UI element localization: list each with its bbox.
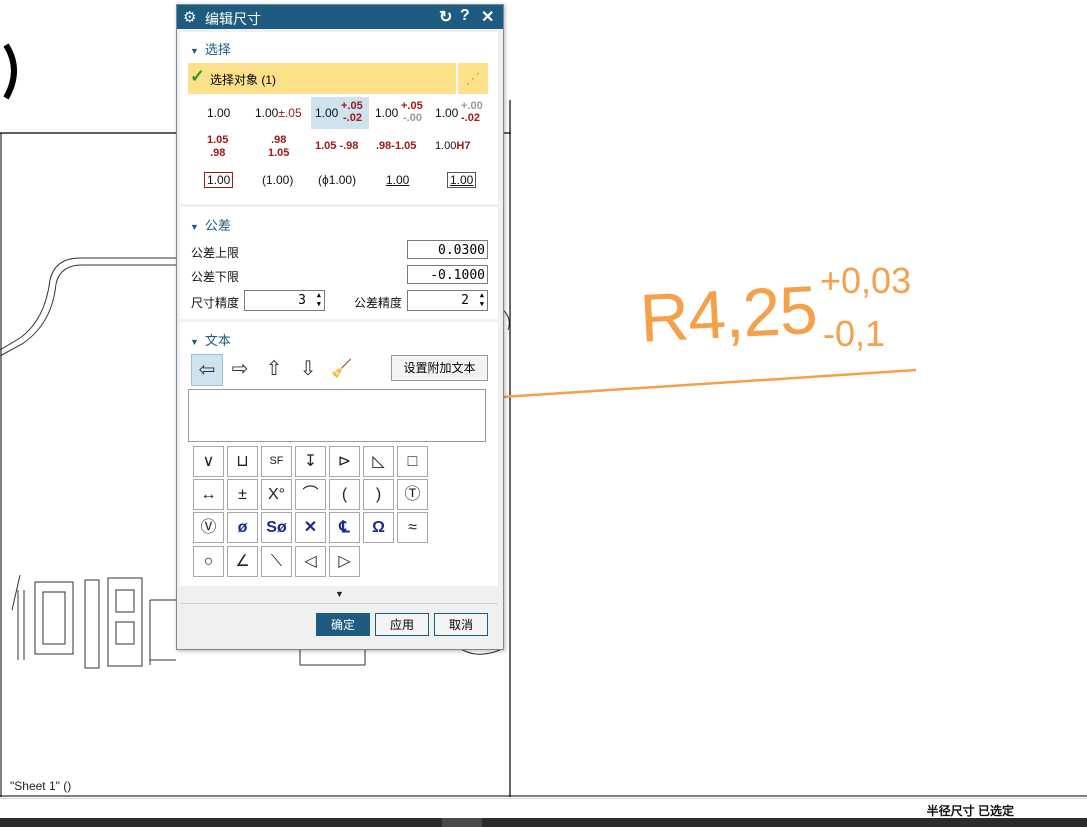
symbol-diameter[interactable]: ø [227,512,258,543]
symbol-slope[interactable]: ◺ [363,446,394,477]
upper-tolerance-label: 公差上限 [191,246,240,260]
symbol-right-paren[interactable]: ) [363,479,394,510]
format-limit-inline-1[interactable]: 1.05 -.98 [315,140,358,152]
gear-icon: ⚙ [183,9,197,26]
format-limit-stacked-1[interactable]: 1.05.98 [207,134,228,160]
collapse-triangle-icon: ▼ [190,337,199,347]
symbol-all-around[interactable]: Ⓥ [193,512,224,543]
format-reference[interactable]: (1.00) [262,173,293,187]
symbol-triangle-left[interactable]: ◁ [295,546,326,577]
collapse-triangle-icon: ▼ [190,222,199,232]
symbol-square[interactable]: □ [397,446,428,477]
close-icon[interactable]: ✕ [481,7,494,27]
symbol-spotface[interactable]: SF [261,446,292,477]
clear-text-icon[interactable]: 🧹 [327,354,357,384]
format3-lower: -.02 [343,112,362,124]
tolerance-precision-label: 公差精度 [354,296,403,310]
lower-tolerance-label: 公差下限 [191,270,240,284]
select-object-row[interactable]: ✓ 选择对象 (1) [188,63,456,94]
symbol-circle[interactable]: ○ [193,546,224,577]
upper-tolerance-input[interactable]: 0.0300 [407,240,488,259]
symbol-tangent-plane[interactable]: Ⓣ [397,479,428,510]
additional-text-area[interactable] [188,389,486,442]
dimension-text[interactable]: R4,25 [638,271,818,358]
spin-arrows-icon[interactable]: ▲ ▼ [317,291,321,309]
symbol-conical-taper[interactable]: ⊳ [329,446,360,477]
collapse-triangle-icon: ▼ [190,46,199,56]
taskbar-item[interactable] [442,818,482,827]
status-message: 半径尺寸 已选定 [926,804,1014,818]
section-tolerance-header[interactable]: ▼ 公差 [190,215,231,234]
text-below-icon[interactable]: ⇩ [293,354,323,384]
precision-label: 尺寸精度 [191,296,240,310]
symbol-degree[interactable]: X° [261,479,292,510]
section-select-header[interactable]: ▼ 选择 [190,39,231,58]
expand-icon[interactable]: ▼ [335,589,344,599]
text-above-icon[interactable]: ⇧ [259,354,289,384]
symbol-omega[interactable]: Ω [363,512,394,543]
lower-tolerance-input[interactable]: -0.1000 [407,265,488,284]
format-unilateral-upper[interactable]: 1.00 [375,106,398,120]
section-text-header[interactable]: ▼ 文本 [190,330,231,349]
symbol-approximate[interactable]: ≈ [397,512,428,543]
format-unilateral-lower[interactable]: 1.00 [435,106,458,120]
symbol-arc-length[interactable]: ↔ [193,479,224,510]
tolerance-lower-text[interactable]: -0,1 [823,313,885,355]
part-outline-outer [0,257,176,351]
dialog-title: 编辑尺寸 [205,11,261,27]
format-fit[interactable]: 1.00H7 [435,140,470,152]
symbol-arc[interactable]: ⌒ [295,479,326,510]
select-object-icon[interactable]: ⋰ [458,63,488,94]
text-before-icon[interactable]: ⇦ [191,354,223,386]
format-bilateral-equal[interactable]: 1.00±.05 [255,106,302,120]
sheet-label: "Sheet 1" () [10,779,72,793]
symbol-left-paren[interactable]: ( [329,479,360,510]
dimension-leader-line[interactable] [502,368,917,399]
format3-upper: +.05 [341,100,363,112]
symbol-spherical-diameter[interactable]: Sø [261,512,292,543]
select-object-label: 选择对象 (1) [210,73,277,87]
status-bar: 半径尺寸 已选定 [0,798,1087,819]
symbol-countersink[interactable]: ∨ [193,446,224,477]
format-limit-inline-2[interactable]: .98-1.05 [376,140,416,152]
tolerance-upper-text[interactable]: +0,03 [820,260,911,302]
dialog-titlebar[interactable]: ⚙ 编辑尺寸 ↻ ? ✕ [177,5,503,29]
taskbar [0,818,1087,827]
format-limit-stacked-2[interactable]: .98 1.05 [268,134,289,160]
precision-stepper[interactable]: 3 ▲ ▼ [244,290,325,311]
format5-lower: -.02 [461,112,480,124]
cancel-button[interactable]: 取消 [434,613,488,636]
drawing-canvas[interactable] [0,0,1087,800]
format-reference-diameter[interactable]: (ϕ1.00) [318,173,356,187]
reset-icon[interactable]: ↻ [439,7,452,27]
apply-button[interactable]: 应用 [375,613,429,636]
set-additional-text-button[interactable]: 设置附加文本 [391,355,488,381]
symbol-triangle-right[interactable]: ▷ [329,546,360,577]
symbol-centerline[interactable]: ℄ [329,512,360,543]
spin-arrows-icon[interactable]: ▲ ▼ [480,291,484,309]
format-bilateral-unequal[interactable]: 1.00 [315,106,338,120]
partial-digit [3,43,17,100]
part-outline-inner [0,264,176,357]
format-nominal[interactable]: 1.00 [207,106,230,120]
format4-lower: -.00 [403,112,422,124]
text-after-icon[interactable]: ⇨ [225,354,255,384]
symbol-angle-reverse[interactable]: ⟍ [261,546,292,577]
symbol-plus-minus[interactable]: ± [227,479,258,510]
edit-dimension-dialog: ⚙ 编辑尺寸 ↻ ? ✕ ▼ 选择 ✓ 选择对象 (1) ⋰ 1.00 1.00±… [176,4,504,650]
symbol-angle[interactable]: ∠ [227,546,258,577]
format-boxed-underlined[interactable]: 1.00 [447,172,477,188]
symbol-multiply[interactable]: ✕ [295,512,326,543]
ok-button[interactable]: 确定 [316,613,370,636]
check-icon: ✓ [190,66,206,86]
tolerance-precision-stepper[interactable]: 2 ▲ ▼ [407,290,488,311]
symbol-counterbore[interactable]: ⊔ [227,446,258,477]
format-basic-boxed[interactable]: 1.00 [204,172,234,188]
help-icon[interactable]: ? [460,7,470,25]
format4-upper: +.05 [401,100,423,112]
symbol-depth[interactable]: ↧ [295,446,326,477]
format5-upper: +.00 [461,100,483,112]
format-underlined[interactable]: 1.00 [386,173,409,187]
